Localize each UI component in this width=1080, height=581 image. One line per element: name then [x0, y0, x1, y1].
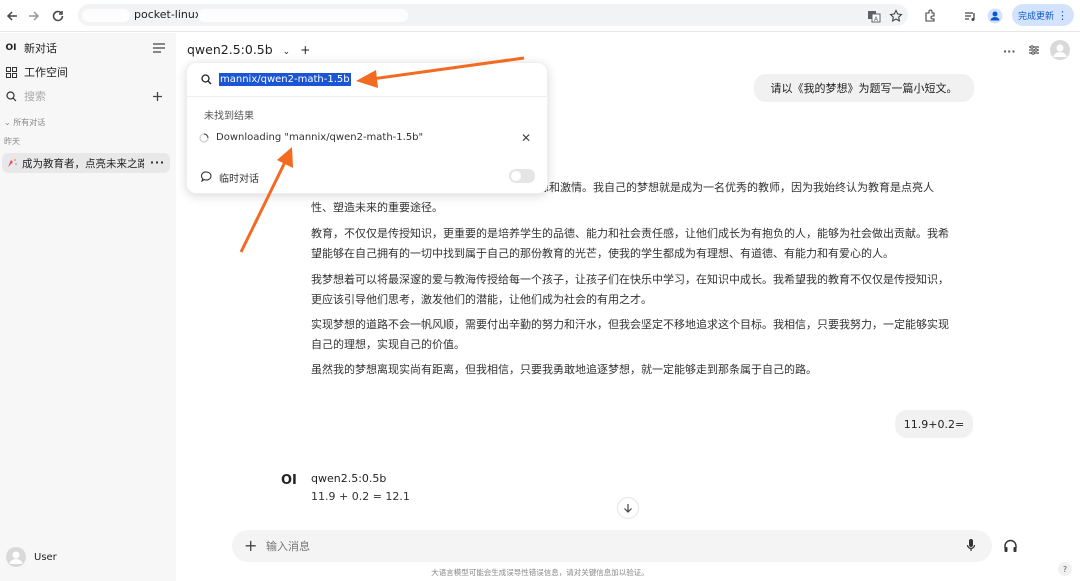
message-composer: + [232, 530, 992, 562]
chevron-down-icon: ⌄ [4, 118, 14, 127]
model-search-input[interactable]: mannix/qwen2-math-1.5b [219, 73, 351, 86]
message-input[interactable] [266, 536, 866, 556]
search-placeholder: 搜索 [24, 90, 46, 103]
star-icon[interactable] [886, 6, 906, 26]
translate-icon[interactable]: A [864, 6, 884, 26]
profile-icon[interactable] [985, 6, 1005, 26]
assistant-paragraph: 性、塑造未来的重要途径。 [311, 201, 443, 214]
assistant-paragraph: 望能够在自己拥有的一切中找到属于自己的那份教育的光芒，使我的学生都成为有理想、有… [311, 247, 894, 260]
search-icon [4, 90, 18, 102]
assistant-name: qwen2.5:0.5b [311, 472, 387, 485]
assistant-paragraph: 更应该引导他们思考，激发他们的潜能，让他们成为社会的有用之才。 [311, 293, 652, 306]
user-message-bubble: 请以《我的梦想》为题写一篇小短文。 [754, 74, 974, 102]
extensions-icon[interactable] [920, 6, 940, 26]
section-yesterday: 昨天 [4, 137, 20, 146]
reload-icon[interactable] [48, 6, 68, 26]
user-name: User [34, 551, 57, 563]
header-avatar[interactable] [1050, 40, 1070, 60]
assistant-paragraph: 我梦想着可以将最深邃的爱与教海传授给每一个孩子，让孩子们在快乐中学习，在知识中成… [311, 273, 949, 286]
all-chats-header[interactable]: ⌄ 所有对话 [4, 117, 45, 128]
spinner-icon [199, 133, 209, 143]
chevron-down-icon: ⌄ [282, 47, 291, 57]
disclaimer-text: 大语言模型可能会生成误导性错误信息，请对关键信息加以验证。 [431, 568, 649, 577]
arrow-down-icon [624, 504, 632, 513]
help-button[interactable]: ? [1058, 562, 1072, 576]
add-model-icon[interactable]: + [300, 43, 310, 57]
sidebar: OI 新对话 工作空间 搜索 ⌄ 所有对话 昨天 成为教育者，点亮未来之路 ··… [0, 33, 176, 581]
microphone-icon[interactable] [966, 538, 976, 553]
all-chats-label: 所有对话 [13, 118, 46, 127]
assistant-reply: 11.9 + 0.2 = 12.1 [311, 490, 410, 503]
no-results-text: 未找到结果 [204, 111, 254, 122]
divider [187, 96, 549, 97]
temporary-chat-label: 临时对话 [219, 174, 259, 185]
avatar [6, 547, 26, 567]
url-redaction [82, 9, 130, 22]
more-icon: ⋮ [1057, 8, 1068, 22]
assistant-paragraph: 自己的理想，实现自己的价值。 [311, 338, 465, 351]
chat-emoji-icon [6, 157, 18, 169]
chat-list-item[interactable]: 成为教育者，点亮未来之路 ··· [2, 153, 170, 173]
download-status: Downloading "mannix/qwen2-math-1.5b" [216, 132, 424, 143]
chat-title: 成为教育者，点亮未来之路 [22, 157, 144, 170]
scroll-down-button[interactable] [617, 497, 639, 519]
user-message-bubble: 11.9+0.2= [895, 410, 973, 438]
search-icon [201, 74, 212, 85]
headphones-icon[interactable] [1003, 538, 1018, 553]
new-chat-button[interactable]: OI 新对话 [4, 37, 172, 59]
media-icon[interactable] [960, 6, 980, 26]
assistant-logo: OI [281, 473, 297, 488]
openwebui-logo-icon: OI [5, 43, 17, 53]
model-dropdown: mannix/qwen2-math-1.5b 未找到结果 Downloading… [186, 62, 549, 194]
user-message-text: 11.9+0.2= [903, 417, 965, 431]
assistant-paragraph: 实现梦想的道路不会一帆风顺，需要付出辛勤的努力和汗水，但我会坚定不移地追求这个目… [311, 318, 949, 331]
update-label: 完成更新 [1017, 11, 1054, 22]
forward-icon[interactable] [24, 6, 44, 26]
model-selector[interactable]: qwen2.5:0.5b ⌄ + [187, 42, 310, 57]
url-text: pocket-linux/ [134, 8, 206, 21]
controls-icon[interactable] [1028, 44, 1040, 56]
sidebar-item-workspace[interactable]: 工作空间 [4, 61, 172, 83]
user-menu[interactable]: User [6, 547, 57, 567]
address-bar[interactable]: pocket-linux/ [78, 4, 908, 26]
sidebar-toggle-icon[interactable] [152, 42, 166, 54]
add-attachment-icon[interactable]: + [244, 538, 257, 554]
chat-bubble-icon [201, 171, 212, 182]
sidebar-search[interactable]: 搜索 [4, 85, 172, 107]
browser-toolbar: pocket-linux/ A 完成更新 ⋮ [0, 0, 1080, 32]
assistant-paragraph: 教育，不仅仅是传授知识，更重要的是培养学生的品德、能力和社会责任感，让他们成长为… [311, 227, 949, 240]
assistant-paragraph: 想和激情。我自己的梦想就是成为一名优秀的教师，因为我始终认为教育是点亮人 [538, 181, 934, 194]
add-folder-icon[interactable] [152, 91, 163, 102]
url-redaction [198, 9, 408, 22]
cancel-download-icon[interactable]: ✕ [521, 131, 531, 145]
new-chat-label: 新对话 [24, 42, 57, 55]
grid-icon [4, 66, 18, 78]
model-name: qwen2.5:0.5b [187, 42, 273, 57]
temporary-chat-toggle[interactable] [509, 169, 535, 183]
user-message-text: 请以《我的梦想》为题写一篇小短文。 [770, 82, 958, 95]
update-button[interactable]: 完成更新 ⋮ [1012, 4, 1074, 26]
more-options-icon[interactable]: ··· [1003, 45, 1016, 58]
assistant-paragraph: 虽然我的梦想离现实尚有距离，但我相信，只要我勇敢地追逐梦想，就一定能够走到那条属… [311, 363, 817, 376]
back-icon[interactable] [2, 6, 22, 26]
chat-options-icon[interactable]: ··· [150, 157, 165, 169]
workspace-label: 工作空间 [24, 66, 68, 79]
